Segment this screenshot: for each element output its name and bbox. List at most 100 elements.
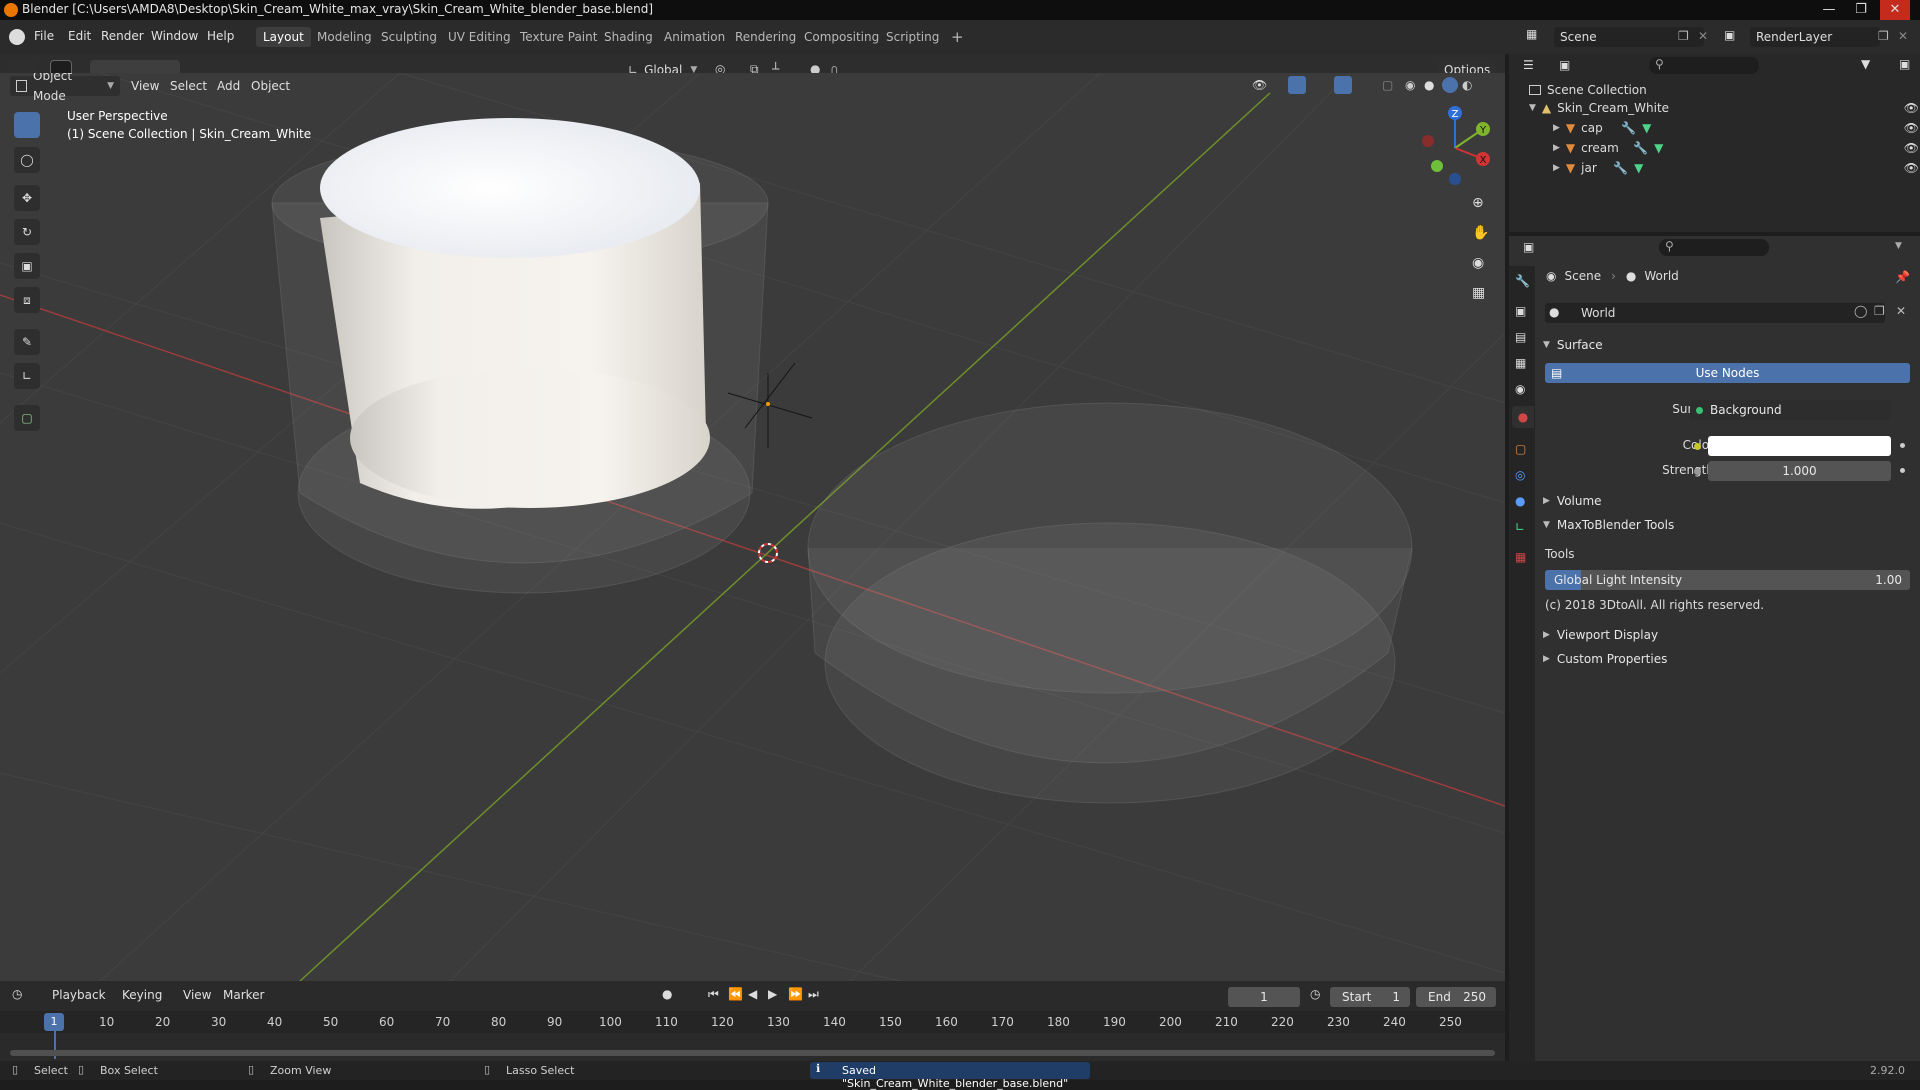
tab-shading[interactable]: Shading — [597, 27, 660, 47]
delete-layer-icon[interactable]: ✕ — [1898, 29, 1908, 43]
playhead-marker[interactable]: 1 — [44, 1013, 64, 1031]
jump-start-icon[interactable]: ⏮ — [708, 987, 719, 1002]
rotate-tool[interactable]: ↻ — [14, 219, 40, 245]
prev-keyframe-icon[interactable]: ⏪ — [728, 987, 743, 1001]
scene-tab-icon[interactable]: ◉ — [1515, 382, 1525, 396]
viewport-display-panel-header[interactable]: ▶ Viewport Display — [1543, 626, 1913, 644]
eye-icon[interactable]: 👁 — [1904, 141, 1919, 155]
maximize-icon[interactable]: ❐ — [1846, 0, 1876, 20]
gizmo-toggle-icon[interactable] — [1288, 76, 1306, 94]
keyframe-dot-icon[interactable] — [1900, 468, 1905, 473]
menu-render[interactable]: Render — [101, 29, 144, 43]
outliner-row-scene-collection[interactable]: Scene Collection — [1529, 83, 1647, 97]
volume-panel-header[interactable]: ▶ Volume — [1543, 492, 1913, 510]
mode-dropdown[interactable]: Object Mode ▼ — [10, 73, 120, 103]
end-frame-field[interactable]: End 250 — [1416, 987, 1496, 1007]
tab-texture-paint[interactable]: Texture Paint — [513, 27, 604, 47]
tab-compositing[interactable]: Compositing — [797, 27, 886, 47]
cream-mesh[interactable] — [320, 118, 710, 509]
filter-icon[interactable]: ▼ — [1861, 57, 1870, 71]
viewport-menu-object[interactable]: Object — [251, 79, 290, 93]
timeline-scrollbar[interactable] — [10, 1050, 1495, 1056]
viewport-menu-select[interactable]: Select — [170, 79, 207, 93]
properties-search-input[interactable]: ⚲ — [1659, 239, 1769, 256]
menu-edit[interactable]: Edit — [68, 29, 91, 43]
timeline-ruler[interactable]: 1 10 20 30 40 50 60 70 80 90 100 110 120… — [0, 1011, 1505, 1033]
maxtoblender-panel-header[interactable]: ▼ MaxToBlender Tools — [1543, 516, 1913, 534]
tab-uv-editing[interactable]: UV Editing — [441, 27, 518, 47]
use-nodes-button[interactable]: ▤ Use Nodes — [1545, 363, 1910, 383]
viewport-menu-view[interactable]: View — [131, 79, 159, 93]
display-mode-icon[interactable]: ▣ — [1559, 58, 1570, 72]
timeline-menu-playback[interactable]: Playback — [52, 988, 106, 1002]
cursor-tool[interactable]: ◯ — [14, 147, 40, 173]
eye-icon[interactable]: 👁 — [1904, 101, 1919, 115]
properties-editor-icon[interactable]: ▣ — [1523, 240, 1534, 254]
solid-shading-icon[interactable]: ● — [1424, 78, 1434, 92]
visibility-icon[interactable]: 👁 — [1252, 78, 1267, 92]
current-frame-field[interactable]: 1 — [1228, 987, 1300, 1007]
eye-icon[interactable]: 👁 — [1904, 121, 1919, 135]
world-datablock-field[interactable]: ● World — [1545, 303, 1885, 323]
close-icon[interactable]: ✕ — [1880, 0, 1910, 20]
expand-arrow-icon[interactable]: ▶ — [1553, 123, 1560, 133]
outliner-editor-icon[interactable]: ☰ — [1523, 58, 1534, 72]
new-collection-icon[interactable]: ▣ — [1899, 57, 1910, 71]
render-layer-field[interactable]: RenderLayer — [1750, 27, 1880, 47]
tab-modeling[interactable]: Modeling — [310, 27, 379, 47]
surface-panel-header[interactable]: ▼ Surface — [1543, 336, 1913, 354]
menu-file[interactable]: File — [34, 29, 54, 43]
scene-selector-icon[interactable]: ▦ — [1526, 27, 1546, 47]
measure-tool[interactable]: ∟ — [14, 363, 40, 389]
world-tab-icon[interactable]: ● — [1512, 406, 1534, 428]
blender-menu-icon[interactable] — [9, 29, 25, 45]
tab-scripting[interactable]: Scripting — [879, 27, 946, 47]
timeline-editor-icon[interactable]: ◷ — [12, 987, 22, 1001]
physics-tab-icon[interactable]: ◎ — [1515, 468, 1525, 482]
chevron-down-icon[interactable]: ▼ — [1895, 241, 1902, 251]
outliner-row-jar[interactable]: ▶ ▼ jar 🔧 ▼ 👁 — [1553, 159, 1919, 177]
menu-window[interactable]: Window — [151, 29, 198, 43]
new-layer-icon[interactable]: ❐ — [1878, 29, 1889, 43]
tab-animation[interactable]: Animation — [657, 27, 732, 47]
xray-icon[interactable]: ▢ — [1382, 78, 1393, 92]
unlink-world-icon[interactable]: ✕ — [1896, 304, 1906, 318]
surface-shader-field[interactable]: Background — [1690, 400, 1890, 420]
material-shading-icon[interactable] — [1442, 77, 1458, 93]
strength-field[interactable]: 1.000 — [1708, 461, 1891, 481]
texture-tab-icon[interactable]: ▦ — [1515, 550, 1526, 564]
3d-viewport[interactable]: Object Mode ▼ View Select Add Object 👁 ▢… — [0, 73, 1505, 981]
zoom-icon[interactable]: ⊕ — [1472, 195, 1484, 211]
annotate-tool[interactable]: ✎ — [14, 329, 40, 355]
new-world-icon[interactable]: ❐ — [1874, 304, 1885, 318]
output-tab-icon[interactable]: ▤ — [1515, 330, 1526, 344]
new-scene-icon[interactable]: ❐ — [1678, 29, 1689, 43]
expand-arrow-icon[interactable]: ▶ — [1553, 143, 1560, 153]
rendered-shading-icon[interactable]: ◐ — [1462, 78, 1472, 92]
start-frame-field[interactable]: Start 1 — [1330, 987, 1410, 1007]
pin-icon[interactable]: 📌 — [1895, 270, 1910, 284]
eye-icon[interactable]: 👁 — [1904, 161, 1919, 175]
view-layer-tab-icon[interactable]: ▦ — [1515, 356, 1526, 370]
transform-tool[interactable]: ⧈ — [14, 287, 40, 313]
ortho-grid-icon[interactable]: ▦ — [1472, 285, 1485, 301]
timeline-menu-keying[interactable]: Keying — [122, 988, 162, 1002]
render-tab-icon[interactable]: ▣ — [1515, 304, 1526, 318]
overlay-toggle-icon[interactable] — [1334, 76, 1352, 94]
pan-hand-icon[interactable]: ✋ — [1472, 225, 1489, 241]
color-swatch[interactable] — [1708, 436, 1891, 456]
play-reverse-icon[interactable]: ◀ — [748, 987, 757, 1001]
custom-properties-panel-header[interactable]: ▶ Custom Properties — [1543, 650, 1913, 668]
add-cube-tool[interactable]: ▢ — [14, 405, 40, 431]
camera-view-icon[interactable]: ◉ — [1472, 255, 1484, 271]
navigation-gizmo[interactable]: Z Y X — [1410, 103, 1500, 193]
move-tool[interactable]: ✥ — [14, 185, 40, 211]
menu-help[interactable]: Help — [207, 29, 234, 43]
minimize-icon[interactable]: — — [1814, 0, 1844, 20]
timeline-menu-marker[interactable]: Marker — [223, 988, 264, 1002]
select-box-tool[interactable] — [14, 112, 40, 138]
render-layer-icon[interactable]: ▣ — [1724, 28, 1735, 42]
tab-sculpting[interactable]: Sculpting — [374, 27, 444, 47]
clock-icon[interactable]: ◷ — [1310, 987, 1320, 1001]
cap-mesh[interactable] — [807, 402, 1413, 804]
